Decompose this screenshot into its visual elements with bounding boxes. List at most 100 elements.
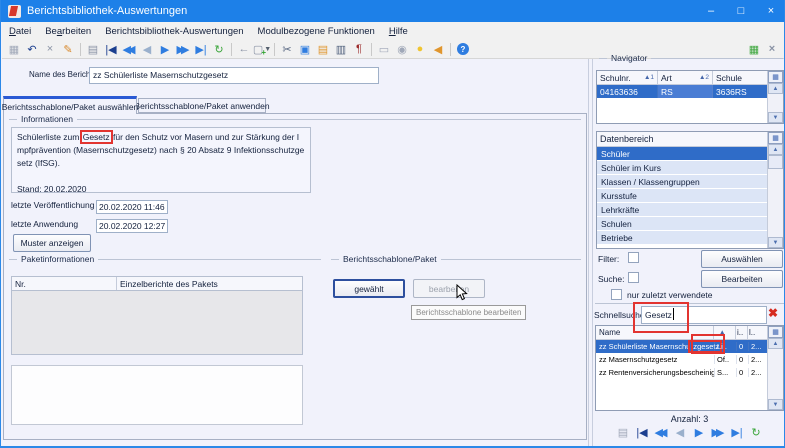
refresh-icon[interactable]: ↻	[210, 41, 228, 58]
menu-datei[interactable]: Datei	[2, 22, 38, 40]
col-art[interactable]: Art▲2	[658, 71, 713, 84]
minimize-button[interactable]: –	[696, 0, 726, 22]
mouse-cursor	[456, 284, 468, 302]
col-schulnr[interactable]: Schulnr.▲1	[597, 71, 658, 84]
tab-schablone-anwenden[interactable]: Berichtsschablone/Paket anwenden	[138, 98, 266, 113]
save-icon[interactable]: ▦	[5, 41, 23, 58]
list-item-lehrkraefte[interactable]: Lehrkräfte	[597, 203, 767, 217]
menu-modulbezogene-funktionen[interactable]: Modulbezogene Funktionen	[251, 22, 382, 40]
list-item-schueler[interactable]: Schüler	[597, 147, 767, 161]
result-row-2[interactable]: zz Masernschutzgesetz Of.. 0 2...	[596, 353, 767, 366]
menu-bar: Datei Bearbeiten Berichtsbibliothek-Ausw…	[2, 22, 785, 40]
list-item-betriebe[interactable]: Betriebe	[597, 231, 767, 245]
navigator-table: Schulnr.▲1 Art▲2 Schule 04163636 RS 3636…	[596, 70, 784, 124]
copy-page-icon[interactable]: ▤	[615, 426, 631, 439]
beschreibung-memo[interactable]: Schülerliste zum Gesetz für den Schutz v…	[11, 127, 311, 193]
clear-search-icon[interactable]: ✖	[768, 306, 778, 320]
maximize-button[interactable]: □	[726, 0, 756, 22]
gewaehlt-button[interactable]: gewählt	[333, 279, 405, 298]
muster-anzeigen-button[interactable]: Muster anzeigen	[13, 234, 91, 252]
datenbereich-scrollbar[interactable]: ▦ ▲ ▼	[767, 132, 783, 248]
col-schule[interactable]: Schule	[713, 71, 767, 84]
scroll-down-icon[interactable]: ▼	[768, 112, 783, 123]
refresh-icon[interactable]: ↻	[748, 426, 764, 439]
report-name-input[interactable]	[89, 67, 379, 84]
menu-hilfe[interactable]: Hilfe	[382, 22, 415, 40]
prev-record-icon[interactable]: ◀	[672, 426, 688, 439]
prev-fast-icon[interactable]: ◀◀	[120, 41, 138, 58]
close-button[interactable]: ×	[756, 0, 785, 22]
paste-special-icon[interactable]: ▥	[332, 41, 350, 58]
column-options-icon[interactable]: ▦	[768, 71, 783, 83]
edit-icon[interactable]: ✎	[59, 41, 77, 58]
veroeffentlichung-field[interactable]	[96, 200, 168, 214]
menu-bearbeiten[interactable]: Bearbeiten	[38, 22, 98, 40]
last-record-icon[interactable]: ▶|	[729, 426, 745, 439]
preview-icon[interactable]: ◉	[393, 41, 411, 58]
scroll-down-icon[interactable]: ▼	[768, 399, 783, 410]
scroll-down-icon[interactable]: ▼	[768, 237, 783, 248]
next-fast-icon[interactable]: ▶▶	[710, 426, 726, 439]
copy-icon[interactable]: ▣	[296, 41, 314, 58]
menu-berichtsbibliothek[interactable]: Berichtsbibliothek-Auswertungen	[98, 22, 250, 40]
prev-record-icon[interactable]: ◀	[138, 41, 156, 58]
col-i[interactable]: i..	[736, 326, 748, 339]
result-row-1[interactable]: zz Schülerliste Masernschutzgesetz Li.. …	[596, 340, 767, 353]
tab-schablone-auswaehlen[interactable]: Berichtsschablone/Paket auswählen	[3, 96, 137, 114]
scroll-thumb[interactable]	[768, 155, 783, 169]
next-record-icon[interactable]: ▶	[156, 41, 174, 58]
cell-schulnr: 04163636	[597, 85, 658, 98]
suche-checkbox[interactable]	[628, 272, 639, 283]
col-l[interactable]: l..	[748, 326, 765, 339]
first-record-icon[interactable]: |◀	[634, 426, 650, 439]
bearbeiten-button[interactable]: bearbeiten	[413, 279, 485, 298]
paket-empty-box[interactable]	[11, 365, 303, 425]
hint-icon[interactable]: ●	[411, 41, 429, 58]
column-options-icon[interactable]: ▦	[768, 326, 783, 338]
app-window: Berichtsbibliothek-Auswertungen – □ × Da…	[0, 0, 785, 448]
help-icon[interactable]: ?	[454, 41, 472, 58]
filter-checkbox[interactable]	[628, 252, 639, 263]
last-record-icon[interactable]: ▶|	[192, 41, 210, 58]
copy-page-icon[interactable]: ▤	[84, 41, 102, 58]
panel-splitter[interactable]	[588, 59, 593, 446]
suche-bearbeiten-button[interactable]: Bearbeiten	[701, 270, 783, 288]
scroll-up-icon[interactable]: ▲	[768, 83, 783, 94]
print-icon[interactable]: ▭	[375, 41, 393, 58]
berichtsschablone-group: Berichtsschablone/Paket	[331, 254, 581, 264]
new-report-icon[interactable]: ▢+▼	[253, 41, 271, 58]
scroll-up-icon[interactable]: ▲	[768, 144, 783, 155]
auswaehlen-button[interactable]: Auswählen	[701, 250, 783, 268]
paste-icon[interactable]: ▤	[314, 41, 332, 58]
column-options-icon[interactable]: ▦	[768, 132, 783, 144]
list-item-klassen[interactable]: Klassen / Klassengruppen	[597, 175, 767, 189]
cut-icon[interactable]: ✂	[278, 41, 296, 58]
back-arrow-icon[interactable]: ←	[235, 41, 253, 58]
result-row-3[interactable]: zz Rentenversicherungsbescheinigung.. S.…	[596, 366, 767, 379]
list-item-kursstufe[interactable]: Kursstufe	[597, 189, 767, 203]
undo-icon[interactable]: ↶	[23, 41, 41, 58]
delete-icon[interactable]: ×	[41, 41, 59, 58]
bearbeiten-tooltip: Berichtsschablone bearbeiten	[411, 305, 526, 320]
datenbereich-header[interactable]: Datenbereich	[597, 132, 767, 146]
prev-fast-icon[interactable]: ◀◀	[653, 426, 669, 439]
col-einzelberichte[interactable]: Einzelberichte des Pakets	[117, 277, 302, 290]
next-fast-icon[interactable]: ▶▶	[174, 41, 192, 58]
navigator-row[interactable]: 04163636 RS 3636RS	[597, 85, 767, 98]
paket-table-body[interactable]	[11, 291, 303, 355]
first-record-icon[interactable]: |◀	[102, 41, 120, 58]
navigator-scrollbar[interactable]: ▦ ▲ ▼	[767, 71, 783, 123]
notification-icon[interactable]: ◀	[429, 41, 447, 58]
cell-art: RS	[658, 85, 713, 98]
list-item-schueler-im-kurs[interactable]: Schüler im Kurs	[597, 161, 767, 175]
anwendung-field[interactable]	[96, 219, 168, 233]
veroeffentlichung-label: letzte Veröffentlichung	[11, 200, 95, 210]
next-record-icon[interactable]: ▶	[691, 426, 707, 439]
ergebnis-scrollbar[interactable]: ▦ ▲ ▼	[767, 326, 783, 410]
scroll-up-icon[interactable]: ▲	[768, 338, 783, 349]
list-item-schulen[interactable]: Schulen	[597, 217, 767, 231]
anzahl-label: Anzahl: 3	[595, 414, 784, 424]
col-nr[interactable]: Nr.	[12, 277, 117, 290]
nur-zuletzt-checkbox[interactable]	[611, 289, 622, 300]
formatting-marks-icon[interactable]: ¶	[350, 41, 368, 58]
